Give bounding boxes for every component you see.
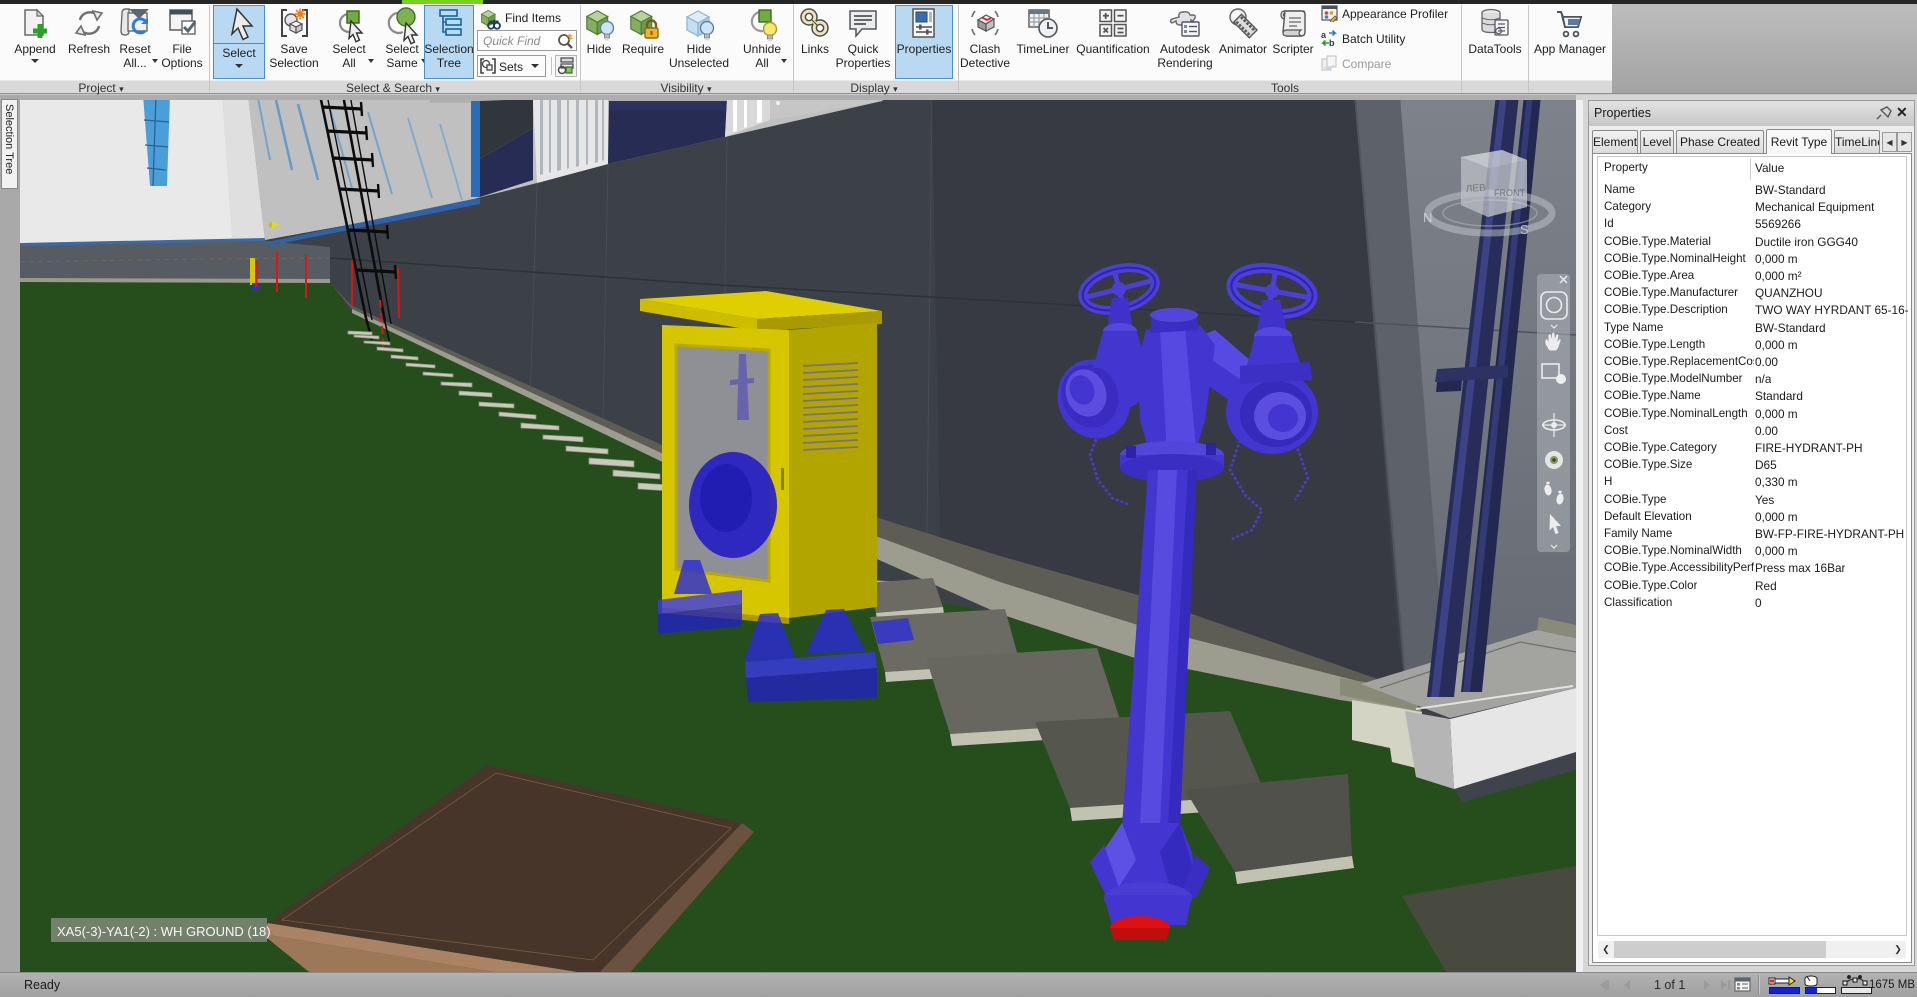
svg-text:a: a: [1321, 30, 1327, 40]
svg-text:XA5(-3)-YA1(-2) : WH GROUND (1: XA5(-3)-YA1(-2) : WH GROUND (18): [57, 924, 271, 939]
svg-text:ЛЕВ: ЛЕВ: [1465, 183, 1486, 195]
svg-text:FRONT: FRONT: [1494, 188, 1525, 198]
svg-text:b: b: [1329, 38, 1335, 47]
svg-text:S: S: [1520, 222, 1529, 237]
svg-text:N: N: [1423, 210, 1432, 225]
